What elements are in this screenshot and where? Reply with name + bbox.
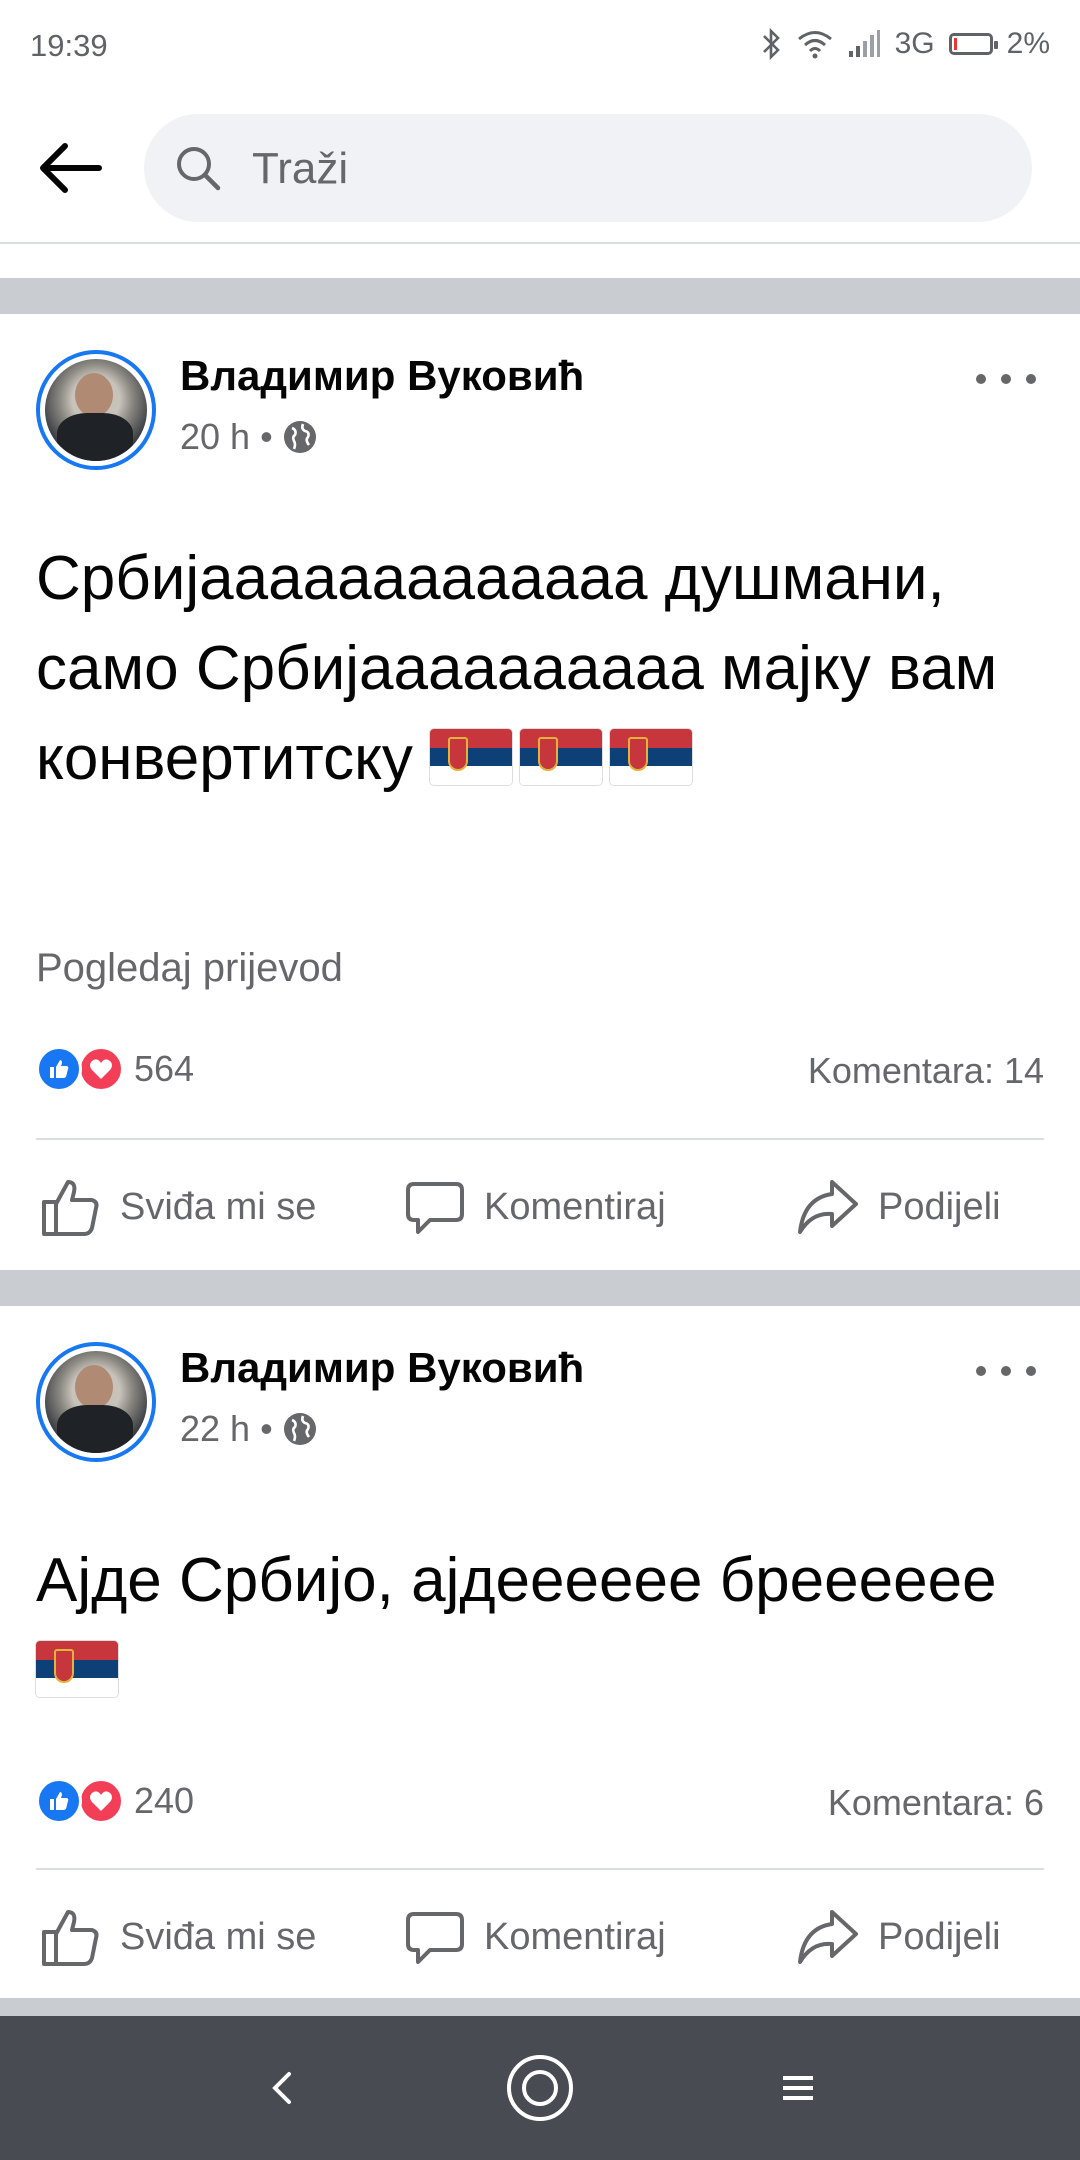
- post-meta: 20 h •: [180, 416, 317, 458]
- status-time: 19:39: [30, 28, 108, 63]
- share-label: Podijeli: [878, 1915, 1001, 1958]
- post-actions: Sviđa mi se Komentiraj Podijeli: [0, 1882, 1080, 1992]
- feed-separator: [0, 1270, 1080, 1306]
- post-meta: 22 h •: [180, 1408, 317, 1450]
- bluetooth-icon: [762, 27, 780, 61]
- search-icon: [177, 147, 221, 191]
- like-label: Sviđa mi se: [120, 1185, 317, 1228]
- nav-home-icon: [507, 2055, 573, 2121]
- reaction-count: 240: [134, 1780, 195, 1821]
- like-reaction-icon: [36, 1778, 82, 1824]
- post-text: Србијааааааааааааа душмани, само Србијаа…: [36, 534, 1044, 804]
- post-text: Ајде Србијо, ајдееееее бреееееe: [36, 1536, 1044, 1716]
- reactions-summary[interactable]: 564: [36, 1046, 194, 1092]
- back-button[interactable]: [30, 128, 110, 208]
- avatar-photo: [45, 1351, 147, 1453]
- divider: [36, 1138, 1044, 1140]
- search-input[interactable]: [250, 114, 994, 224]
- see-translation-link[interactable]: Pogledaj prijevod: [36, 946, 343, 991]
- comment-button[interactable]: Komentiraj: [404, 1882, 666, 1992]
- nav-back-icon: [272, 2072, 291, 2104]
- more-icon: [976, 1366, 986, 1376]
- globe-icon: [283, 421, 316, 453]
- nav-menu-icon: [783, 2076, 813, 2100]
- post-actions: Sviđa mi se Komentiraj Podijeli: [0, 1152, 1080, 1262]
- nav-home-button[interactable]: [500, 2048, 580, 2128]
- like-icon: [42, 1910, 99, 1966]
- serbian-flag-emoji: [430, 729, 513, 785]
- search-box[interactable]: [144, 114, 1032, 224]
- post-card: Владимир Вуковић 22 h • Ајде Србијо, ајд…: [0, 1306, 1080, 1998]
- avatar-photo: [45, 359, 147, 461]
- post-message: Србијааааааааааааа душмани, само Србијаа…: [36, 544, 998, 793]
- comment-icon: [406, 1182, 464, 1234]
- like-button[interactable]: Sviđa mi se: [40, 1152, 316, 1262]
- more-icon: [976, 374, 986, 384]
- like-button[interactable]: Sviđa mi se: [40, 1882, 316, 1992]
- share-label: Podijeli: [878, 1185, 1001, 1228]
- system-navigation-bar: [0, 2016, 1080, 2160]
- like-icon: [42, 1180, 99, 1236]
- love-reaction-icon: [78, 1778, 124, 1824]
- comments-count[interactable]: Komentara: 6: [828, 1782, 1044, 1824]
- like-reaction-icon: [36, 1046, 82, 1092]
- status-bar: 19:39 3G 2%: [0, 0, 1080, 92]
- comment-icon: [406, 1912, 464, 1964]
- globe-icon: [283, 1413, 316, 1445]
- post-author[interactable]: Владимир Вуковић: [180, 352, 584, 400]
- share-button[interactable]: Podijeli: [796, 1152, 1001, 1262]
- share-icon: [798, 1180, 858, 1234]
- battery-level: 2%: [1006, 27, 1050, 60]
- comment-label: Komentiraj: [484, 1185, 666, 1228]
- wifi-icon: [797, 31, 832, 59]
- avatar[interactable]: [36, 1342, 156, 1462]
- post-card: Владимир Вуковић 20 h • Србијааааааааааа…: [0, 314, 1080, 1270]
- meta-separator: •: [260, 1408, 273, 1449]
- divider: [36, 1868, 1044, 1870]
- reaction-count: 564: [134, 1048, 195, 1089]
- signal-icon: [848, 30, 880, 57]
- status-icons: 3G 2%: [761, 24, 1050, 64]
- share-button[interactable]: Podijeli: [796, 1882, 1001, 1992]
- post-more-button[interactable]: [976, 364, 1036, 394]
- post-time[interactable]: 20 h: [180, 416, 250, 458]
- comment-button[interactable]: Komentiraj: [404, 1152, 666, 1262]
- share-icon: [798, 1910, 858, 1964]
- network-type: 3G: [894, 27, 935, 60]
- serbian-flag-emoji: [610, 729, 693, 785]
- love-reaction-icon: [78, 1046, 124, 1092]
- nav-menu-button[interactable]: [758, 2048, 838, 2128]
- feed-separator: [0, 1998, 1080, 2016]
- meta-separator: •: [260, 416, 273, 457]
- nav-back-button[interactable]: [242, 2048, 322, 2128]
- battery-icon: [948, 33, 998, 55]
- like-label: Sviđa mi se: [120, 1915, 317, 1958]
- reactions-summary[interactable]: 240: [36, 1778, 194, 1824]
- post-author[interactable]: Владимир Вуковић: [180, 1344, 584, 1392]
- search-header: [0, 92, 1080, 244]
- comment-label: Komentiraj: [484, 1915, 666, 1958]
- post-more-button[interactable]: [976, 1356, 1036, 1386]
- serbian-flag-emoji: [36, 1641, 118, 1697]
- avatar[interactable]: [36, 350, 156, 470]
- comments-count[interactable]: Komentara: 14: [808, 1050, 1044, 1092]
- post-time[interactable]: 22 h: [180, 1408, 250, 1450]
- post-message: Ајде Србијо, ајдееееее бреееееe: [36, 1546, 997, 1615]
- serbian-flag-emoji: [520, 729, 603, 785]
- back-arrow-icon: [40, 143, 102, 193]
- feed-separator: [0, 278, 1080, 314]
